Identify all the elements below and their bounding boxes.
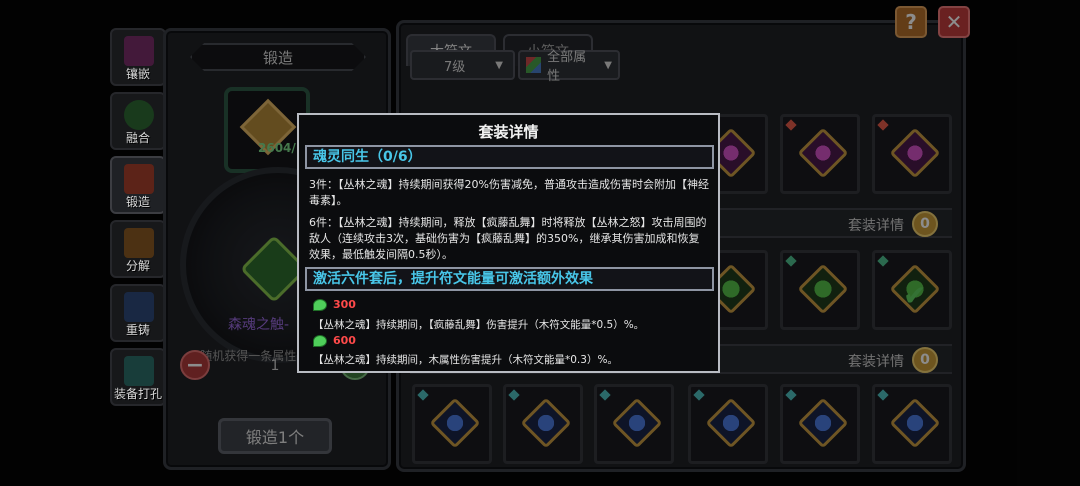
leaf-icon [313,335,327,347]
tab-label: 装备打孔 [113,387,162,401]
six-piece-effect: 6件：【丛林之魂】持续期间，释放【疯藤乱舞】时将释放【丛林之怒】攻击周围的敌人（… [309,216,707,261]
set-name-header: 魂灵同生（0/6） [305,145,714,169]
bonus-threshold: 300 [333,298,356,311]
popup-title: 套装详情 [478,123,539,141]
tab-label: 融合 [125,131,150,145]
three-piece-effect: 3件：【丛林之魂】持续期间获得20%伤害减免，普通攻击造成伤害时会附加【神经毒素… [309,178,709,207]
tab-label: 锻造 [125,195,150,209]
set-detail-popup: 套装详情 魂灵同生（0/6） 3件：【丛林之魂】持续期间获得20%伤害减免，普通… [297,113,720,373]
activate-header: 激活六件套后，提升符文能量可激活额外效果 [305,267,714,291]
tab-label: 重铸 [125,323,150,337]
bonus-text: 【丛林之魂】持续期间，【疯藤乱舞】伤害提升（木符文能量*0.5）%。 [313,319,645,331]
tab-label: 镶嵌 [125,67,150,81]
leaf-icon [313,299,327,311]
bonus-text: 【丛林之魂】持续期间，木属性伤害提升（木符文能量*0.3）%。 [313,354,618,366]
tab-label: 分解 [125,259,150,273]
bonus-threshold: 600 [333,334,356,347]
